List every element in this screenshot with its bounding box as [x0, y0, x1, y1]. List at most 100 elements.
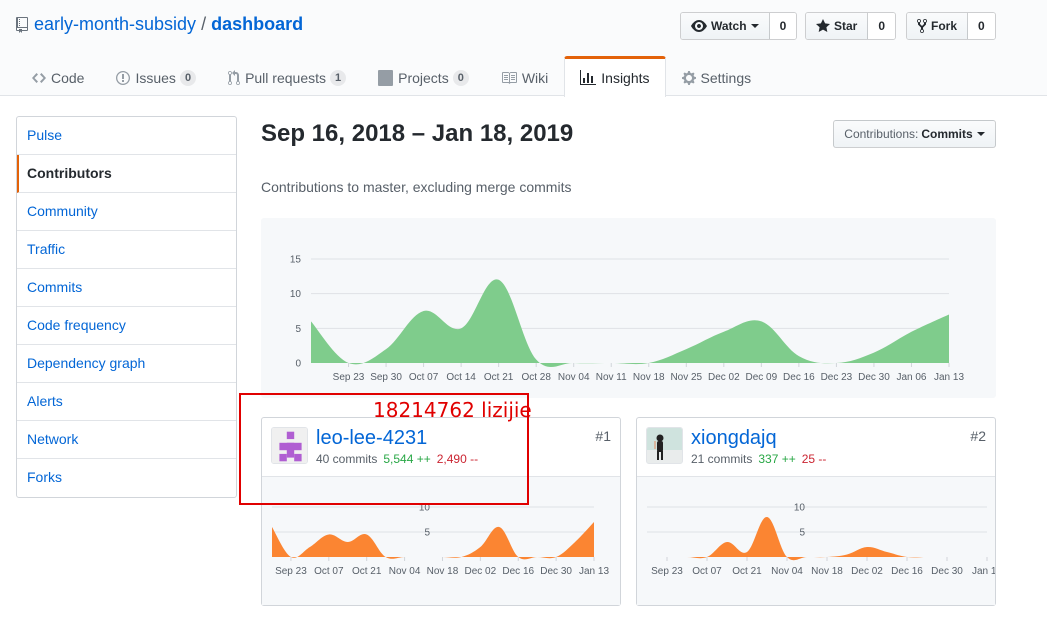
- contributions-select-prefix: Contributions:: [844, 127, 919, 141]
- x-tick-label: Nov 04: [771, 566, 803, 577]
- star-label: Star: [834, 19, 858, 33]
- contributor-chart: 5 10 Sep 23 Oct 07 Oct 21 Nov 04 Nov 18 Dec 02 D…: [262, 476, 620, 605]
- contributor-card: leo-lee-4231 40 commits 5,544 ++ 2,490 -- …: [261, 417, 621, 606]
- tab-pull-requests-label: Pull requests: [245, 69, 326, 86]
- x-tick-label: Jan 06: [896, 372, 926, 383]
- x-tick-label: Dec 30: [931, 566, 963, 577]
- fork-button[interactable]: Fork: [907, 13, 969, 39]
- contributor-chart-svg: 5 10 Sep 23 Oct 07 Oct 21 Nov 04 Nov 18 Dec 02 D…: [272, 503, 609, 577]
- x-tick-label: Nov 11: [596, 372, 627, 383]
- repo-icon: [16, 16, 28, 33]
- contributor-chart-svg: 5 10 Sep 23 Oct 07 Oct 21 Nov 04 Nov 18 Dec 02 D…: [647, 503, 1002, 577]
- user-avatar-icon: [647, 428, 682, 463]
- tab-settings[interactable]: Settings: [666, 56, 768, 96]
- sidebar-item-contributors[interactable]: Contributors: [17, 155, 236, 193]
- fork-count[interactable]: 0: [968, 13, 995, 39]
- x-tick-label: Dec 16: [783, 372, 815, 383]
- x-tick-label: Dec 16: [891, 566, 923, 577]
- x-tick-label: Nov 04: [389, 566, 421, 577]
- x-tick-label: Nov 18: [633, 372, 665, 383]
- deletions: 2,490 --: [436, 452, 479, 466]
- x-tick-label: Oct 14: [446, 372, 476, 383]
- contributions-select-value: Commits: [921, 127, 973, 141]
- series-area: [272, 522, 594, 560]
- sidebar-item-community[interactable]: Community: [17, 193, 236, 231]
- repo-owner-link[interactable]: early-month-subsidy: [34, 14, 196, 35]
- x-tick-label: Dec 02: [708, 372, 740, 383]
- graph-icon: [580, 70, 597, 85]
- watch-group: Watch 0: [680, 12, 798, 40]
- chevron-down-icon: [750, 24, 759, 28]
- sidebar-item-commits[interactable]: Commits: [17, 269, 236, 307]
- contributions-select[interactable]: Contributions: Commits: [833, 120, 996, 148]
- x-tick-label: Oct 21: [484, 372, 514, 383]
- additions: 337 ++: [758, 452, 796, 466]
- x-tick-label: Nov 18: [811, 566, 843, 577]
- star-count[interactable]: 0: [868, 13, 896, 39]
- book-icon: [501, 71, 517, 84]
- pull-request-icon: [228, 69, 241, 85]
- avatar[interactable]: [646, 427, 683, 464]
- tab-pull-requests[interactable]: Pull requests 1: [212, 56, 362, 96]
- y-tick-label: 5: [424, 528, 430, 539]
- x-tick-label: Sep 23: [275, 566, 307, 577]
- star-button[interactable]: Star: [806, 13, 869, 39]
- tab-insights[interactable]: Insights: [564, 56, 666, 97]
- insights-sidebar: Pulse Contributors Community Traffic Com…: [16, 116, 237, 498]
- x-tick-label: Dec 02: [851, 566, 883, 577]
- x-tick-label: Sep 30: [370, 372, 402, 383]
- x-tick-label: Jan 13: [934, 372, 964, 383]
- contributor-chart: 5 10 Sep 23 Oct 07 Oct 21 Nov 04 Nov 18 Dec 02 D…: [637, 476, 1002, 605]
- contributions-subtitle: Contributions to master, excluding merge…: [261, 179, 572, 195]
- commit-count[interactable]: 40 commits: [316, 452, 377, 466]
- additions: 5,544 ++: [383, 452, 431, 466]
- annotation-label: 18214762 lizijie: [373, 398, 532, 422]
- sidebar-item-code-frequency[interactable]: Code frequency: [17, 307, 236, 345]
- x-tick-label: Dec 30: [540, 566, 572, 577]
- series-area: [647, 516, 987, 561]
- gear-icon: [681, 70, 696, 85]
- watch-count[interactable]: 0: [769, 13, 797, 39]
- watch-button[interactable]: Watch: [681, 13, 770, 39]
- contributor-login[interactable]: xiongdajq: [691, 427, 777, 450]
- avatar[interactable]: [271, 427, 308, 464]
- contributor-stats: 40 commits 5,544 ++ 2,490 --: [316, 452, 478, 466]
- sidebar-item-forks[interactable]: Forks: [17, 459, 236, 497]
- x-tick-label: Dec 09: [746, 372, 778, 383]
- x-tick-label: Dec 23: [821, 372, 853, 383]
- fork-label: Fork: [931, 19, 958, 33]
- contributions-chart-svg: 0 5 10 15 Sep 23 Sep 30 Oct 07 Oct 14 Oct 21 Oct …: [290, 255, 965, 384]
- tab-projects[interactable]: Projects 0: [362, 56, 485, 96]
- contributor-stats: 21 commits 337 ++ 25 --: [691, 452, 826, 466]
- commit-count[interactable]: 21 commits: [691, 452, 752, 466]
- x-tick-label: Jan 13: [972, 566, 995, 577]
- repo-header: early-month-subsidy / dashboard Watch 0 …: [0, 0, 1047, 97]
- repo-nav: Code Issues 0 Pull requests 1 Projects 0…: [16, 56, 768, 97]
- code-icon: [32, 72, 46, 83]
- repo-name-link[interactable]: dashboard: [211, 14, 303, 35]
- project-icon: [378, 69, 394, 86]
- x-tick-label: Nov 04: [558, 372, 590, 383]
- x-tick-label: Dec 30: [858, 372, 890, 383]
- star-group: Star 0: [805, 12, 897, 40]
- x-tick-label: Jan 13: [579, 566, 609, 577]
- contributor-login[interactable]: leo-lee-4231: [316, 427, 427, 450]
- watch-label: Watch: [711, 19, 747, 33]
- y-tick-label: 10: [290, 289, 302, 300]
- fork-group: Fork 0: [906, 12, 996, 40]
- tab-code[interactable]: Code: [16, 56, 100, 96]
- issues-counter: 0: [179, 69, 197, 86]
- identicon-icon: [272, 428, 307, 463]
- x-tick-label: Oct 07: [409, 372, 439, 383]
- sidebar-item-dependency-graph[interactable]: Dependency graph: [17, 345, 236, 383]
- y-tick-label: 5: [295, 324, 301, 335]
- sidebar-item-network[interactable]: Network: [17, 421, 236, 459]
- sidebar-item-pulse[interactable]: Pulse: [17, 117, 236, 155]
- contributor-rank: #2: [970, 428, 986, 444]
- contributions-chart: 0 5 10 15 Sep 23 Sep 30 Oct 07 Oct 14 Oct 21 Oct …: [261, 218, 996, 398]
- sidebar-item-traffic[interactable]: Traffic: [17, 231, 236, 269]
- x-tick-label: Oct 28: [521, 372, 551, 383]
- tab-wiki[interactable]: Wiki: [485, 56, 564, 96]
- sidebar-item-alerts[interactable]: Alerts: [17, 383, 236, 421]
- tab-issues[interactable]: Issues 0: [100, 56, 212, 96]
